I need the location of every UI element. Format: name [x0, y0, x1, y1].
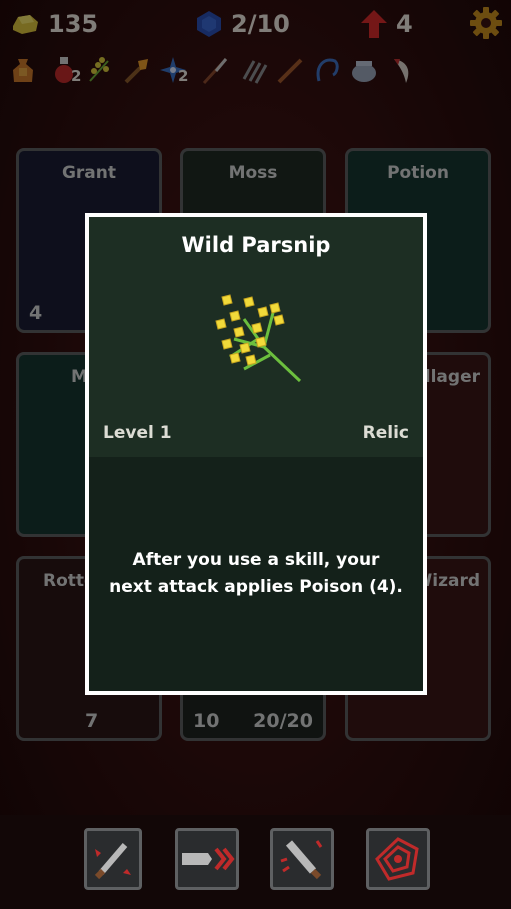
skill-button[interactable] — [366, 828, 430, 890]
wild-parsnip-icon — [215, 294, 302, 383]
relic-description: After you use a skill, your next attack … — [109, 550, 403, 597]
skill-button[interactable] — [175, 828, 239, 890]
relic-detail-modal[interactable]: Wild Parsnip Level 1 Relic After you use… — [85, 213, 427, 695]
skill-button[interactable] — [84, 828, 142, 890]
modal-title: Wild Parsnip — [181, 233, 331, 257]
dagger-skill-icon — [94, 843, 131, 880]
vortex-skill-icon — [375, 837, 419, 881]
relic-level: Level 1 — [103, 423, 172, 443]
skill-button[interactable] — [270, 828, 334, 890]
skill-bar — [0, 815, 511, 909]
strike-skill-icon — [280, 840, 323, 880]
dash-skill-icon — [182, 847, 235, 871]
relic-type: Relic — [362, 423, 409, 443]
